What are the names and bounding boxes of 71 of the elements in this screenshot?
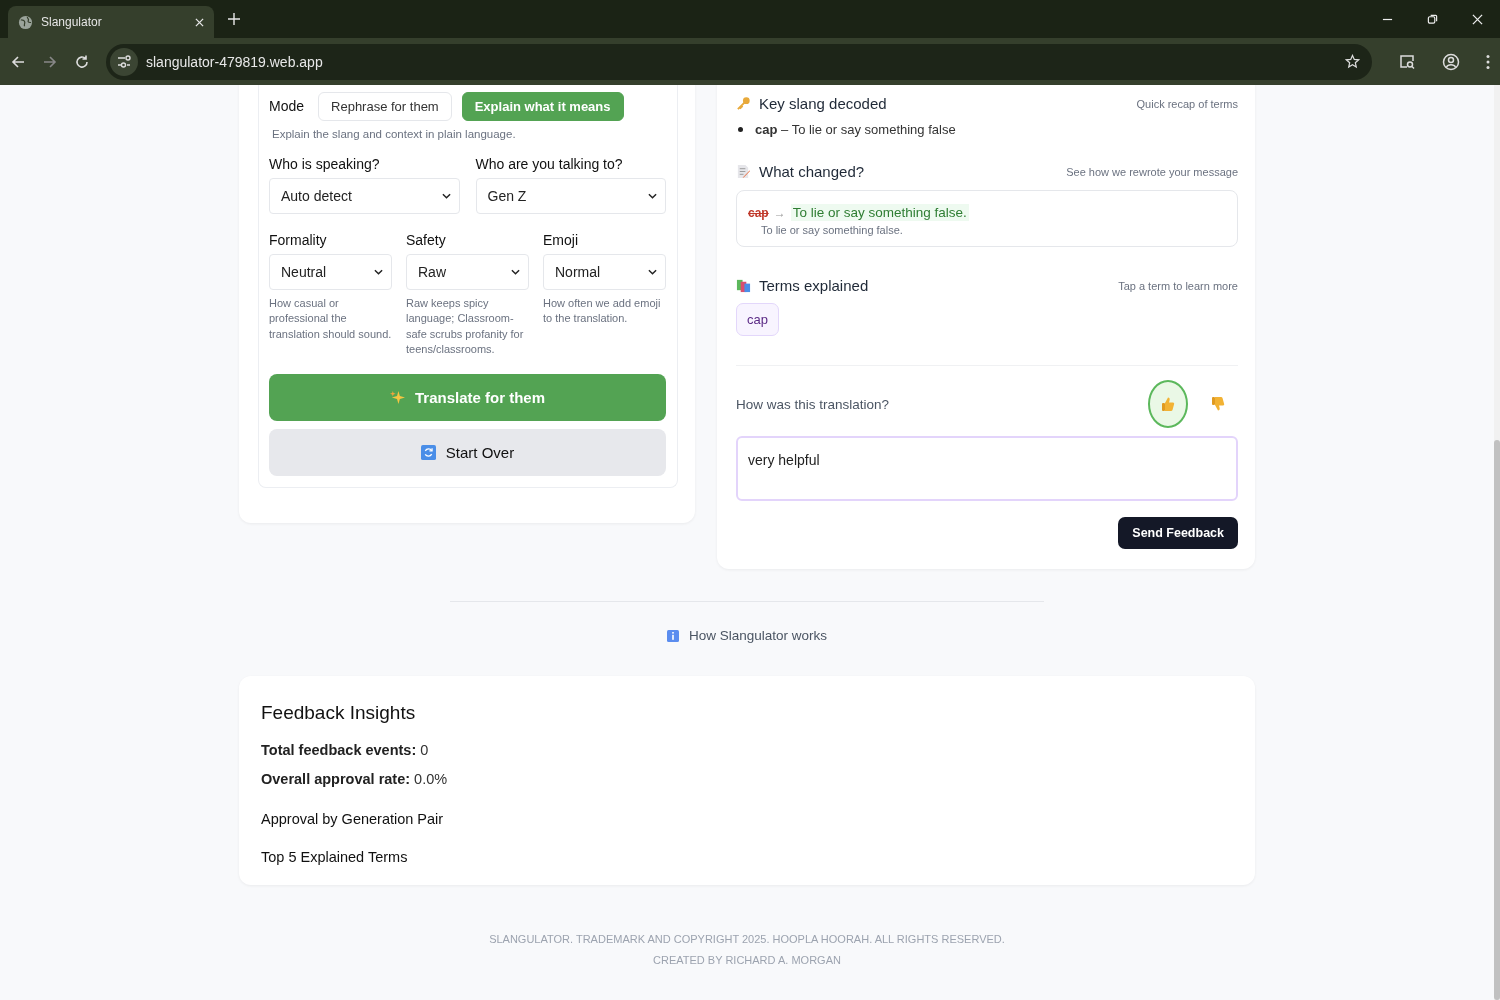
footer-text: CREATED BY RICHARD A. MORGAN <box>653 954 841 966</box>
dropdown[interactable]: Raw <box>406 254 529 290</box>
refresh-icon <box>420 444 436 460</box>
profile-icon[interactable] <box>1442 52 1460 71</box>
field-label: Who are you talking to? <box>475 156 624 172</box>
start-over-button[interactable]: Start Over <box>269 428 666 476</box>
key-icon <box>736 96 751 111</box>
slang-definition: cap – To lie or say something false <box>755 122 956 137</box>
globe-icon <box>18 14 33 30</box>
insights-title: Feedback Insights <box>261 702 417 724</box>
bullet-icon <box>738 127 743 132</box>
new-tab-icon[interactable] <box>228 13 240 25</box>
forward-icon[interactable] <box>42 53 58 70</box>
menu-icon[interactable] <box>1486 52 1490 71</box>
address-bar[interactable]: slangulator-479819.web.app <box>106 43 1372 80</box>
field-label: Formality <box>269 232 328 248</box>
books-icon <box>736 278 751 293</box>
section-title: Key slang decoded <box>759 95 888 112</box>
footer-text: SLANGULATOR. TRADEMARK AND COPYRIGHT 2025. HOOPLA HOORAH. ALL RIGHTS RESERVED. <box>489 933 1005 945</box>
arrow-text: → <box>773 205 786 220</box>
close-icon[interactable] <box>1472 14 1483 25</box>
scrollbar[interactable] <box>1494 85 1500 1000</box>
caret-icon <box>374 269 383 275</box>
mode-tab[interactable]: Rephrase for them <box>318 91 452 121</box>
caret-icon <box>441 193 451 199</box>
browser-tab[interactable]: Slangulator <box>8 6 214 38</box>
dropdown[interactable]: Gen Z <box>475 178 666 214</box>
thumbs-up-icon <box>1160 396 1176 412</box>
replacement-text: To lie or say something false. <box>790 204 969 221</box>
help-text: Raw keeps spicy language; Classroom-safe scrubs profanity for teens/classrooms. <box>406 296 525 358</box>
help-text: How casual or professional the translation should sound. <box>269 296 392 342</box>
mode-description: Explain the slang and context in plain language. <box>272 128 517 140</box>
dropdown[interactable]: Neutral <box>269 254 392 290</box>
site-settings-icon[interactable] <box>110 47 138 76</box>
close-icon[interactable] <box>195 17 204 27</box>
thumbs-up-button[interactable] <box>1148 380 1188 428</box>
dropdown[interactable]: Normal <box>543 254 666 290</box>
info-icon <box>666 629 679 642</box>
stat-line: Overall approval rate: 0.0% <box>261 771 449 787</box>
sparkle-icon <box>389 389 405 405</box>
feedback-question: How was this translation? <box>736 396 890 412</box>
memo-icon <box>736 164 751 179</box>
thumbs-down-icon <box>1210 396 1226 412</box>
change-explanation: To lie or say something false. <box>761 224 904 236</box>
help-text: How often we add emoji to the translation. <box>543 296 662 327</box>
bookmark-star-icon[interactable] <box>1345 54 1360 69</box>
section-title: What changed? <box>759 163 866 180</box>
section-note: Tap a term to learn more <box>1118 279 1238 292</box>
original-term: cap <box>748 205 769 220</box>
stat-line: Total feedback events: 0 <box>261 742 430 758</box>
restore-icon[interactable] <box>1427 14 1438 25</box>
field-label: Emoji <box>543 232 579 248</box>
caret-icon <box>648 193 657 199</box>
dropdown[interactable]: Auto detect <box>269 178 460 214</box>
search-tab-icon[interactable] <box>1398 52 1416 71</box>
section-note: Quick recap of terms <box>1136 97 1238 110</box>
insights-subheading: Approval by Generation Pair <box>261 811 445 827</box>
how-it-works-link[interactable]: How Slangulator works <box>688 628 828 643</box>
insights-subheading: Top 5 Explained Terms <box>261 849 409 865</box>
field-label: Safety <box>406 232 447 248</box>
reload-icon[interactable] <box>74 53 90 70</box>
feedback-input[interactable]: very helpful <box>736 436 1238 501</box>
term-chip[interactable]: cap <box>736 303 779 336</box>
caret-icon <box>648 269 657 275</box>
section-note: See how we rewrote your message <box>1066 165 1238 178</box>
send-feedback-button[interactable]: Send Feedback <box>1118 517 1238 549</box>
section-title: Terms explained <box>759 277 870 294</box>
back-icon[interactable] <box>10 53 26 70</box>
caret-icon <box>511 269 520 275</box>
field-label: Who is speaking? <box>269 156 381 172</box>
mode-label: Mode <box>269 98 305 114</box>
